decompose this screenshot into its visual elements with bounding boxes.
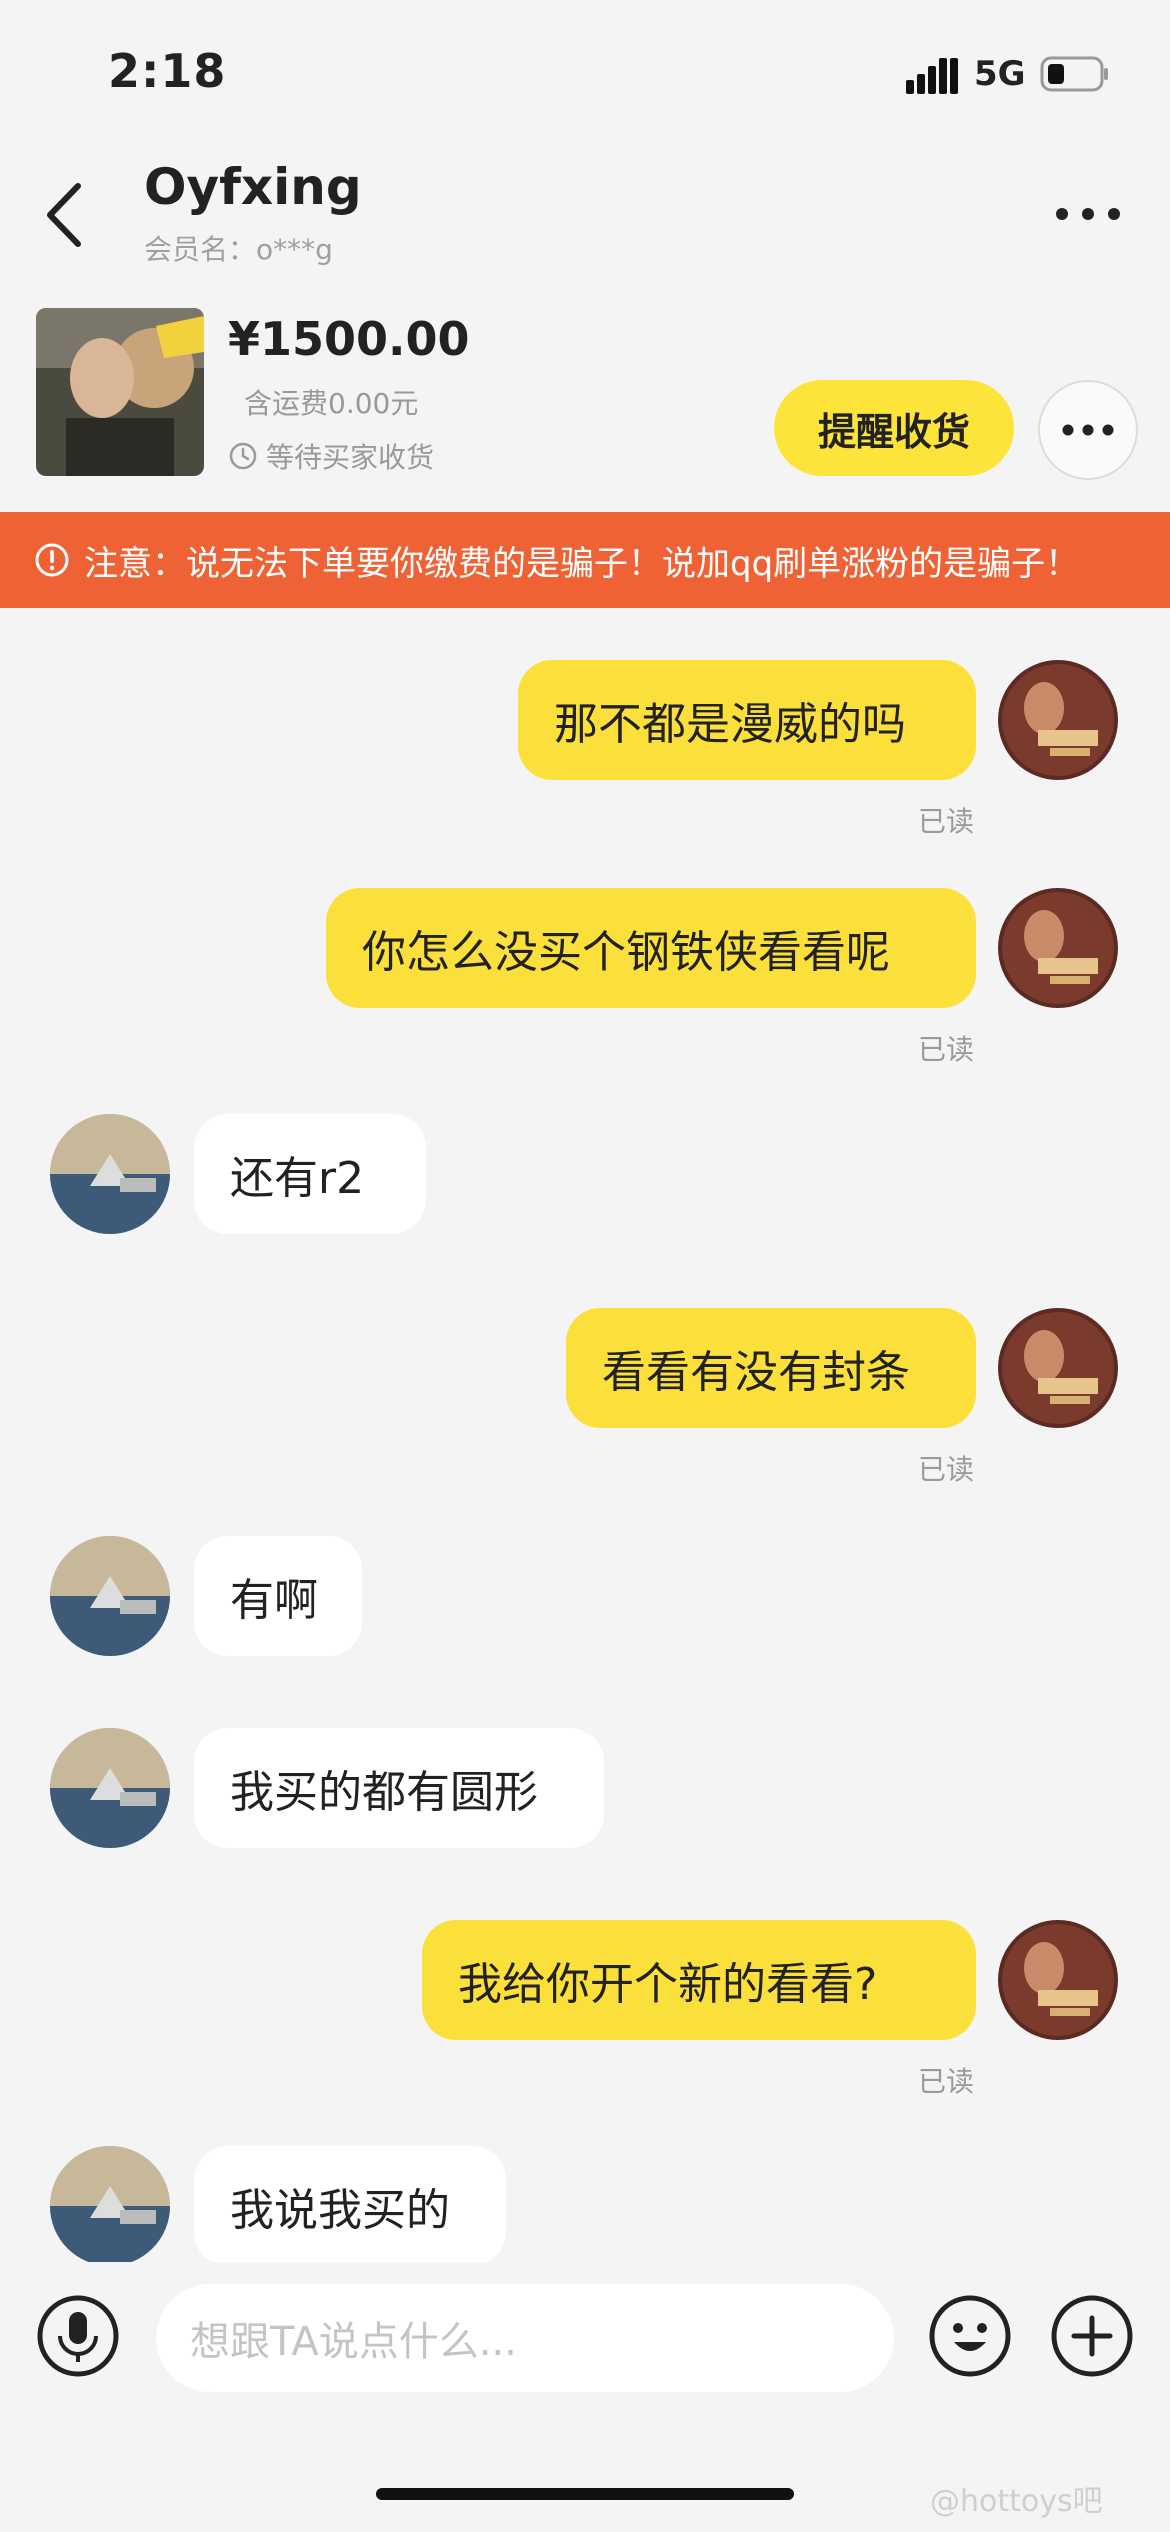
home-indicator[interactable] [376, 2488, 794, 2500]
more-dots-icon [1062, 424, 1114, 436]
read-receipt: 已读 [917, 1033, 974, 1066]
my-avatar[interactable] [998, 1308, 1118, 1428]
order-card[interactable]: ¥1500.00 含运费0.00元 等待买家收货 提醒收货 [0, 300, 1170, 490]
read-receipt: 已读 [917, 2065, 974, 2098]
message-row: 我说我买的 [0, 2146, 1170, 2262]
order-status-label: 等待买家收货 [266, 441, 435, 474]
shipping-fee: 含运费0.00元 [244, 387, 419, 420]
seller-avatar[interactable] [50, 2146, 170, 2262]
status-bar: 2:18 5G [0, 0, 1170, 140]
message-bubble[interactable]: 那不都是漫威的吗 [518, 660, 976, 780]
my-avatar[interactable] [998, 888, 1118, 1008]
message-input[interactable]: 想跟TA说点什么... [156, 2284, 894, 2392]
message-bubble[interactable]: 还有r2 [194, 1114, 426, 1234]
message-bubble[interactable]: 你怎么没买个钢铁侠看看呢 [326, 888, 976, 1008]
signal-icon [906, 58, 958, 94]
seller-avatar[interactable] [50, 1728, 170, 1848]
read-receipt: 已读 [917, 805, 974, 838]
battery-icon [1040, 56, 1108, 92]
plus-icon[interactable] [1050, 2294, 1134, 2378]
seller-avatar[interactable] [50, 1536, 170, 1656]
message-bubble[interactable]: 我给你开个新的看看? [422, 1920, 976, 2040]
microphone-icon[interactable] [36, 2294, 120, 2378]
product-thumbnail[interactable] [36, 308, 204, 476]
fraud-warning-banner: 注意：说无法下单要你缴费的是骗子！说加qq刷单涨粉的是骗子！ [0, 512, 1170, 608]
message-bubble[interactable]: 看看有没有封条 [566, 1308, 976, 1428]
input-bar: 想跟TA说点什么... [0, 2262, 1170, 2412]
order-price: ¥1500.00 [228, 312, 470, 366]
emoji-icon[interactable] [928, 2294, 1012, 2378]
alert-icon [35, 543, 69, 577]
warning-text: 注意：说无法下单要你缴费的是骗子！说加qq刷单涨粉的是骗子！ [84, 543, 1080, 584]
my-avatar[interactable] [998, 1920, 1118, 2040]
status-time: 2:18 [108, 44, 227, 98]
member-name: 会员名：o***g [144, 233, 333, 266]
network-label: 5G [974, 54, 1026, 94]
order-more-button[interactable] [1038, 380, 1138, 480]
more-options-icon[interactable] [1052, 200, 1124, 228]
my-avatar[interactable] [998, 660, 1118, 780]
clock-icon [229, 442, 257, 470]
read-receipt: 已读 [917, 1453, 974, 1486]
message-bubble[interactable]: 我买的都有圆形 [194, 1728, 604, 1848]
watermark: @hottoys吧 [930, 2484, 1103, 2519]
message-bubble[interactable]: 我说我买的 [194, 2146, 506, 2262]
remind-receipt-button[interactable]: 提醒收货 [774, 380, 1014, 476]
chat-title[interactable]: Oyfxing [144, 158, 362, 216]
order-status: 等待买家收货 [228, 436, 434, 476]
message-bubble[interactable]: 有啊 [194, 1536, 362, 1656]
back-arrow-icon[interactable] [44, 180, 84, 250]
chat-header: Oyfxing 会员名：o***g [0, 140, 1170, 280]
seller-avatar[interactable] [50, 1114, 170, 1234]
